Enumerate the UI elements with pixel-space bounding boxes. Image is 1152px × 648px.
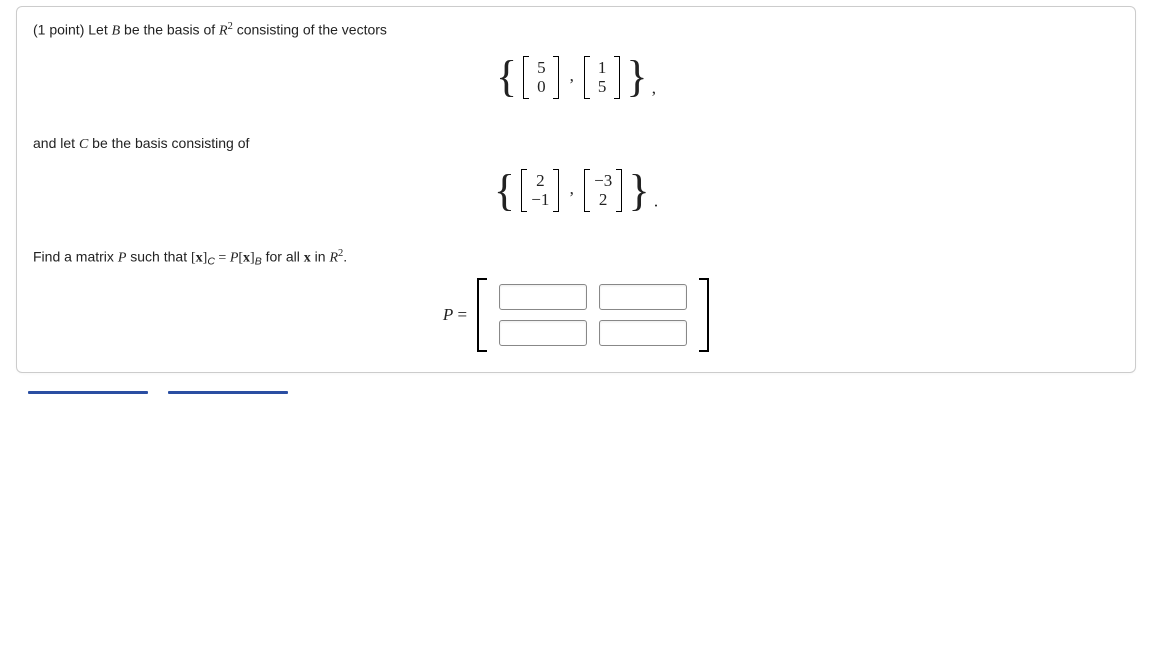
right-brace-icon xyxy=(628,171,649,211)
right-bracket-icon xyxy=(699,278,709,352)
basis-C-symbol: C xyxy=(79,137,88,152)
left-brace-icon xyxy=(496,57,517,97)
left-bracket-icon xyxy=(477,278,487,352)
vector-B2: 15 xyxy=(584,56,620,99)
matrix-entry-21[interactable] xyxy=(499,320,587,346)
prompt-line-3: Find a matrix P such that [x]C = P[x]B f… xyxy=(33,246,1119,270)
matrix-entry-22[interactable] xyxy=(599,320,687,346)
points: (1 point) xyxy=(33,22,84,38)
prompt-line-2: and let C be the basis consisting of xyxy=(33,133,1119,155)
R-symbol: R xyxy=(219,24,228,39)
prompt-line-1: (1 point) Let B be the basis of R2 consi… xyxy=(33,19,1119,42)
right-brace-icon xyxy=(626,57,647,97)
matrix-entry-12[interactable] xyxy=(599,284,687,310)
left-brace-icon xyxy=(494,171,515,211)
vector-C2: −3 2 xyxy=(584,169,622,212)
vector-C1: 2−1 xyxy=(521,169,559,212)
basis-B-symbol: B xyxy=(112,24,121,39)
footer-links-placeholder xyxy=(28,381,1152,397)
matrix-entry-11[interactable] xyxy=(499,284,587,310)
basis-C-display: 2−1 , −3 2 . xyxy=(33,169,1119,212)
basis-B-display: 50 , 15 , xyxy=(33,56,1119,99)
x-vector: x xyxy=(196,251,203,266)
problem-container: (1 point) Let B be the basis of R2 consi… xyxy=(16,6,1136,373)
matrix-P-input: P = xyxy=(33,278,1119,352)
vector-B1: 50 xyxy=(523,56,559,99)
